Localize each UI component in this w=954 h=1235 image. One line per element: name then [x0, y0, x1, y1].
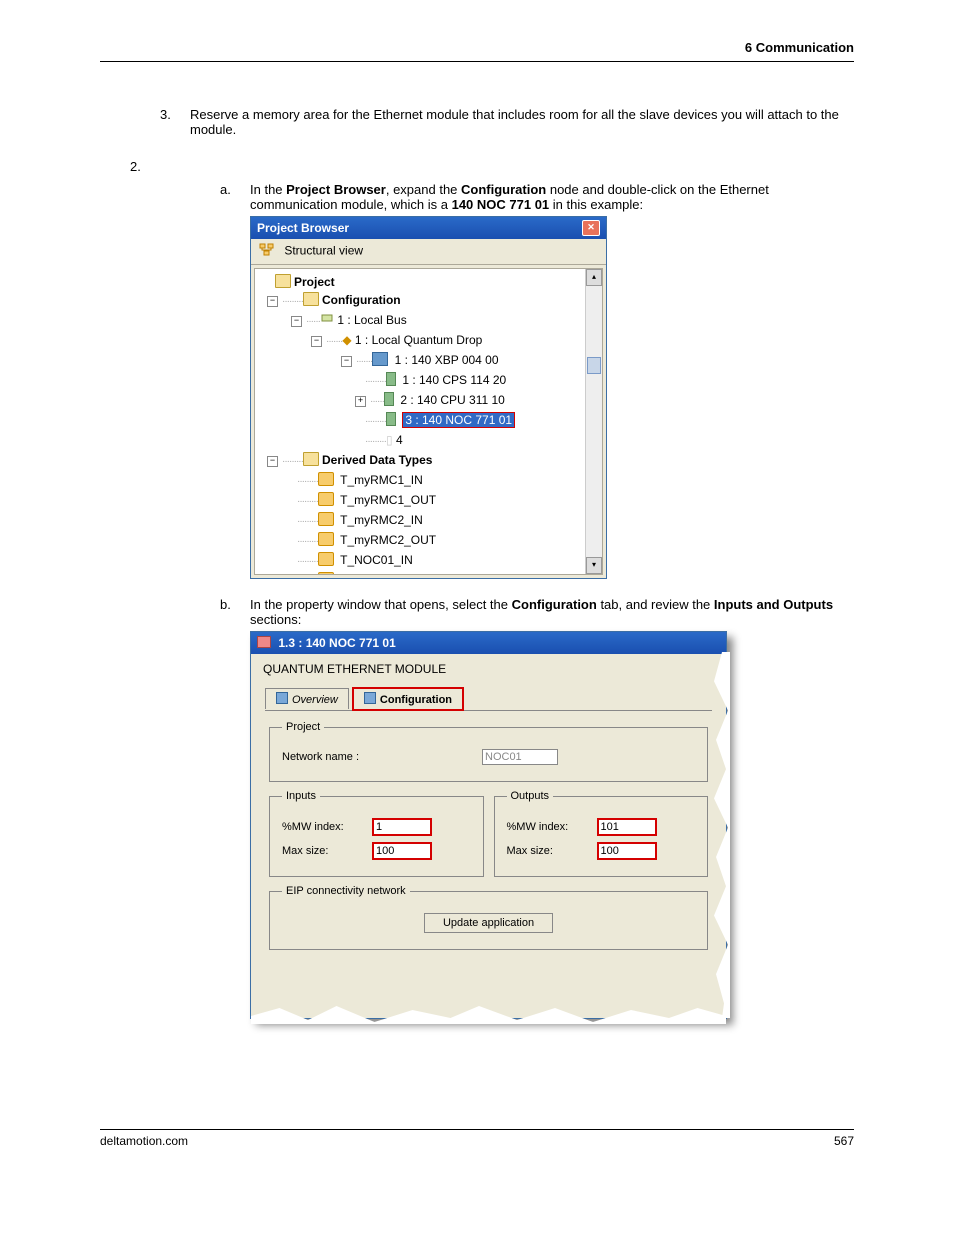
substep-text: In the Project Browser, expand the Confi… [250, 182, 854, 212]
tab-configuration[interactable]: Configuration [352, 687, 464, 711]
collapse-icon[interactable]: − [267, 296, 278, 307]
update-application-button[interactable]: Update application [424, 913, 553, 933]
tree-node-cpu[interactable]: +······ 2 : 140 CPU 311 10 [257, 391, 600, 411]
tab-icon [276, 692, 288, 704]
scroll-down-icon[interactable]: ▾ [586, 557, 602, 574]
window-titlebar[interactable]: Project Browser ✕ [251, 217, 606, 239]
eip-group: EIP connectivity network Update applicat… [269, 885, 708, 950]
module-icon [257, 636, 271, 648]
window-titlebar[interactable]: 1.3 : 140 NOC 771 01 [251, 632, 726, 654]
tree-node-configuration[interactable]: −·········Configuration [257, 291, 600, 311]
folder-icon [303, 292, 319, 306]
footer-site: deltamotion.com [100, 1134, 188, 1148]
tree-pane[interactable]: Project −·········Configuration −······ … [254, 268, 603, 575]
page-footer: deltamotion.com 567 [100, 1129, 854, 1148]
step-3: 3. Reserve a memory area for the Etherne… [160, 107, 854, 137]
expand-icon[interactable]: + [355, 396, 366, 407]
group-legend: Inputs [282, 790, 320, 802]
group-legend: EIP connectivity network [282, 885, 410, 897]
step-number: 3. [160, 107, 190, 137]
network-name-field[interactable] [482, 749, 558, 765]
inputs-max-size-field[interactable] [372, 842, 432, 860]
tree-node-type[interactable]: ········· T_NOC01_IN [257, 551, 600, 571]
type-icon [318, 552, 334, 566]
tree-node-project[interactable]: Project [257, 273, 600, 291]
inputs-group: Inputs %MW index: Max size: [269, 790, 484, 877]
substep-a: a. In the Project Browser, expand the Co… [220, 182, 854, 212]
empty-slot-icon: ▯ [386, 433, 393, 447]
module-icon [386, 372, 396, 386]
window-title: 1.3 : 140 NOC 771 01 [278, 636, 395, 650]
tree-node-type[interactable]: ········· T_NOC01_OUT [257, 571, 600, 575]
collapse-icon[interactable]: − [267, 456, 278, 467]
substep-b: b. In the property window that opens, se… [220, 597, 854, 627]
mw-index-label: %MW index: [507, 821, 597, 833]
inputs-mw-index-field[interactable] [372, 818, 432, 836]
collapse-icon[interactable]: − [311, 336, 322, 347]
tree-node-slot4[interactable]: ·········▯ 4 [257, 431, 600, 451]
view-label: Structural view [284, 244, 363, 258]
type-icon [318, 572, 334, 575]
max-size-label: Max size: [507, 845, 597, 857]
tab-bar: Overview Configuration [265, 686, 712, 711]
close-icon[interactable]: ✕ [582, 220, 600, 236]
rack-icon [372, 352, 388, 366]
group-legend: Project [282, 721, 324, 733]
network-name-label: Network name : [282, 751, 372, 763]
page-header: 6 Communication [100, 40, 854, 57]
tree-node-type[interactable]: ········· T_myRMC1_IN [257, 471, 600, 491]
tree-node-local-bus[interactable]: −······ 1 : Local Bus [257, 311, 600, 331]
substep-letter: a. [220, 182, 250, 212]
folder-icon [275, 274, 291, 288]
module-config-window: 1.3 : 140 NOC 771 01 QUANTUM ETHERNET MO… [250, 631, 727, 1019]
drop-icon: ◆ [342, 333, 351, 347]
substep-text: In the property window that opens, selec… [250, 597, 854, 627]
tree-node-xbp[interactable]: −······· 1 : 140 XBP 004 00 [257, 351, 600, 371]
type-icon [318, 512, 334, 526]
tree-node-quantum-drop[interactable]: −·······◆ 1 : Local Quantum Drop [257, 331, 600, 351]
mw-index-label: %MW index: [282, 821, 372, 833]
module-icon [386, 412, 396, 426]
outputs-max-size-field[interactable] [597, 842, 657, 860]
window-title: Project Browser [257, 221, 349, 235]
scrollbar[interactable]: ▴ ▾ [585, 269, 602, 574]
header-rule [100, 61, 854, 62]
tree-node-type[interactable]: ········· T_myRMC1_OUT [257, 491, 600, 511]
group-legend: Outputs [507, 790, 554, 802]
step-text: Reserve a memory area for the Ethernet m… [190, 107, 854, 137]
tree-node-cps[interactable]: ········· 1 : 140 CPS 114 20 [257, 371, 600, 391]
tree-node-ddt[interactable]: −·········Derived Data Types [257, 451, 600, 471]
max-size-label: Max size: [282, 845, 372, 857]
module-description: QUANTUM ETHERNET MODULE [251, 654, 726, 676]
selected-node: 3 : 140 NOC 771 01 [402, 412, 515, 428]
project-group: Project Network name : [269, 721, 708, 782]
structural-view-icon [259, 243, 275, 260]
type-icon [318, 532, 334, 546]
step-2: 2. [130, 159, 854, 174]
outputs-mw-index-field[interactable] [597, 818, 657, 836]
folder-icon [303, 452, 319, 466]
footer-page: 567 [834, 1134, 854, 1148]
view-toolbar: Structural view [251, 239, 606, 265]
collapse-icon[interactable]: − [291, 316, 302, 327]
tree-node-type[interactable]: ········· T_myRMC2_IN [257, 511, 600, 531]
scroll-thumb[interactable] [587, 357, 601, 374]
bus-icon [320, 313, 334, 327]
tab-icon [364, 692, 376, 704]
tree-node-type[interactable]: ········· T_myRMC2_OUT [257, 531, 600, 551]
module-icon [384, 392, 394, 406]
step-number: 2. [130, 159, 160, 174]
type-icon [318, 472, 334, 486]
outputs-group: Outputs %MW index: Max size: [494, 790, 709, 877]
project-browser-window: Project Browser ✕ Structural view Projec… [250, 216, 607, 579]
tab-overview[interactable]: Overview [265, 688, 349, 709]
collapse-icon[interactable]: − [341, 356, 352, 367]
substep-letter: b. [220, 597, 250, 627]
tree-node-noc[interactable]: ········· 3 : 140 NOC 771 01 [257, 411, 600, 431]
scroll-up-icon[interactable]: ▴ [586, 269, 602, 286]
type-icon [318, 492, 334, 506]
